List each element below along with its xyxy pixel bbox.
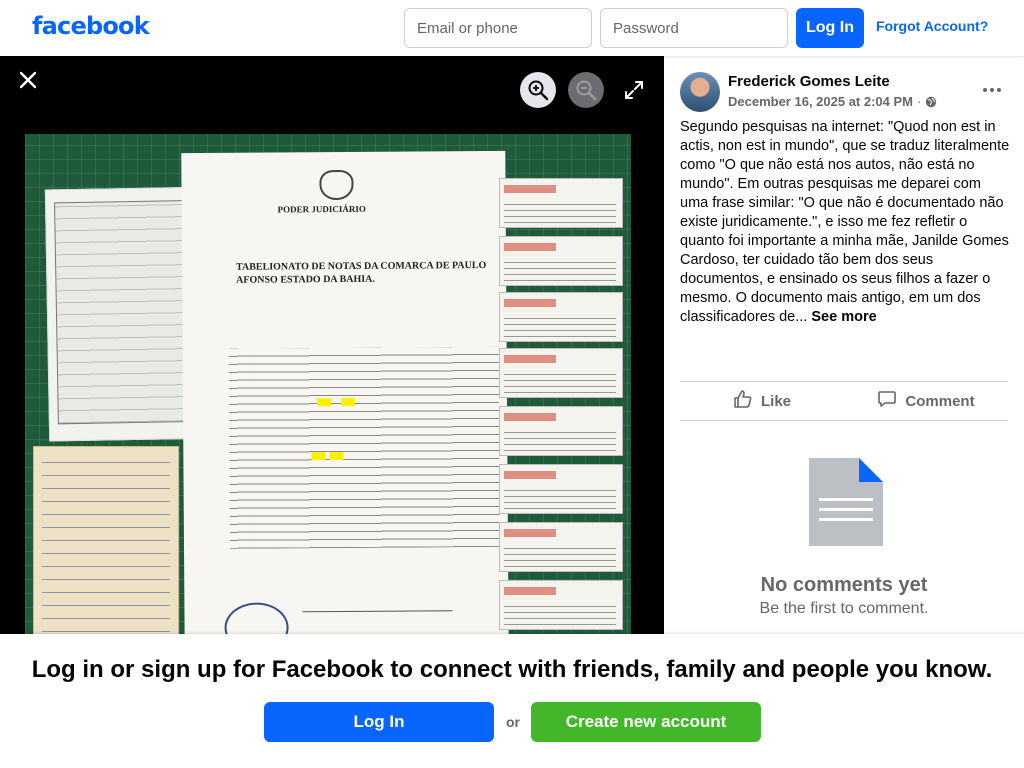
comment-label: Comment [905, 392, 975, 410]
login-banner-message: Log in or sign up for Facebook to connec… [31, 656, 993, 683]
document-body-text [228, 346, 501, 549]
comment-icon [877, 389, 897, 413]
forgot-account-link[interactable]: Forgot Account? [876, 18, 988, 34]
notary-document: PODER JUDICIÁRIO TABELIONATO DE NOTAS DA… [181, 150, 509, 636]
create-account-button[interactable]: Create new account [531, 702, 761, 742]
no-comments-title: No comments yet [760, 574, 928, 596]
meta-separator: · [917, 94, 922, 109]
password-input[interactable] [600, 8, 788, 48]
voter-receipts [499, 178, 623, 636]
post-body: Segundo pesquisas na internet: "Quod non… [680, 118, 1010, 327]
close-icon[interactable] [14, 66, 42, 94]
document-header: PODER JUDICIÁRIO [277, 203, 366, 215]
document-photo: PODER JUDICIÁRIO TABELIONATO DE NOTAS DA… [25, 134, 631, 636]
post-action-bar: Like Comment [680, 381, 1008, 421]
post-panel: Frederick Gomes Leite December 16, 2025 … [664, 56, 1024, 636]
document-title: TABELIONATO DE NOTAS DA COMARCA DE PAULO… [236, 260, 487, 286]
avatar[interactable] [680, 72, 720, 112]
empty-document-icon [809, 458, 883, 546]
notary-stamp [224, 602, 289, 636]
photo-viewer: PODER JUDICIÁRIO TABELIONATO DE NOTAS DA… [0, 56, 664, 636]
login-banner: Log in or sign up for Facebook to connec… [0, 634, 1024, 768]
post-timestamp[interactable]: December 16, 2025 at 2:04 PM [728, 94, 913, 109]
header-login-button[interactable]: Log In [796, 8, 864, 48]
handwritten-card [33, 446, 179, 636]
like-button[interactable]: Like [680, 382, 844, 420]
post-author-name[interactable]: Frederick Gomes Leite [728, 73, 890, 90]
photo-viewer-toolbar [0, 56, 664, 134]
banner-login-button[interactable]: Log In [264, 702, 494, 742]
zoom-out-icon[interactable] [568, 72, 604, 108]
top-navigation-bar: facebook Log In Forgot Account? [0, 0, 1024, 56]
see-more-link[interactable]: See more [811, 309, 876, 325]
zoom-in-icon[interactable] [520, 72, 556, 108]
globe-icon [925, 96, 937, 108]
post-meta: December 16, 2025 at 2:04 PM · [728, 94, 937, 109]
thumbs-up-icon [733, 389, 753, 413]
expand-icon[interactable] [622, 78, 646, 102]
comment-button[interactable]: Comment [844, 382, 1008, 420]
or-separator: or [506, 714, 520, 730]
document-signature [302, 571, 453, 613]
coat-of-arms-icon [319, 169, 354, 201]
more-options-icon[interactable] [976, 74, 1008, 106]
email-or-phone-input[interactable] [404, 8, 592, 48]
post-body-text: Segundo pesquisas na internet: "Quod non… [680, 119, 1010, 325]
like-label: Like [760, 392, 791, 410]
no-comments-subtitle: Be the first to comment. [759, 600, 929, 617]
facebook-logo[interactable]: facebook [32, 12, 150, 40]
